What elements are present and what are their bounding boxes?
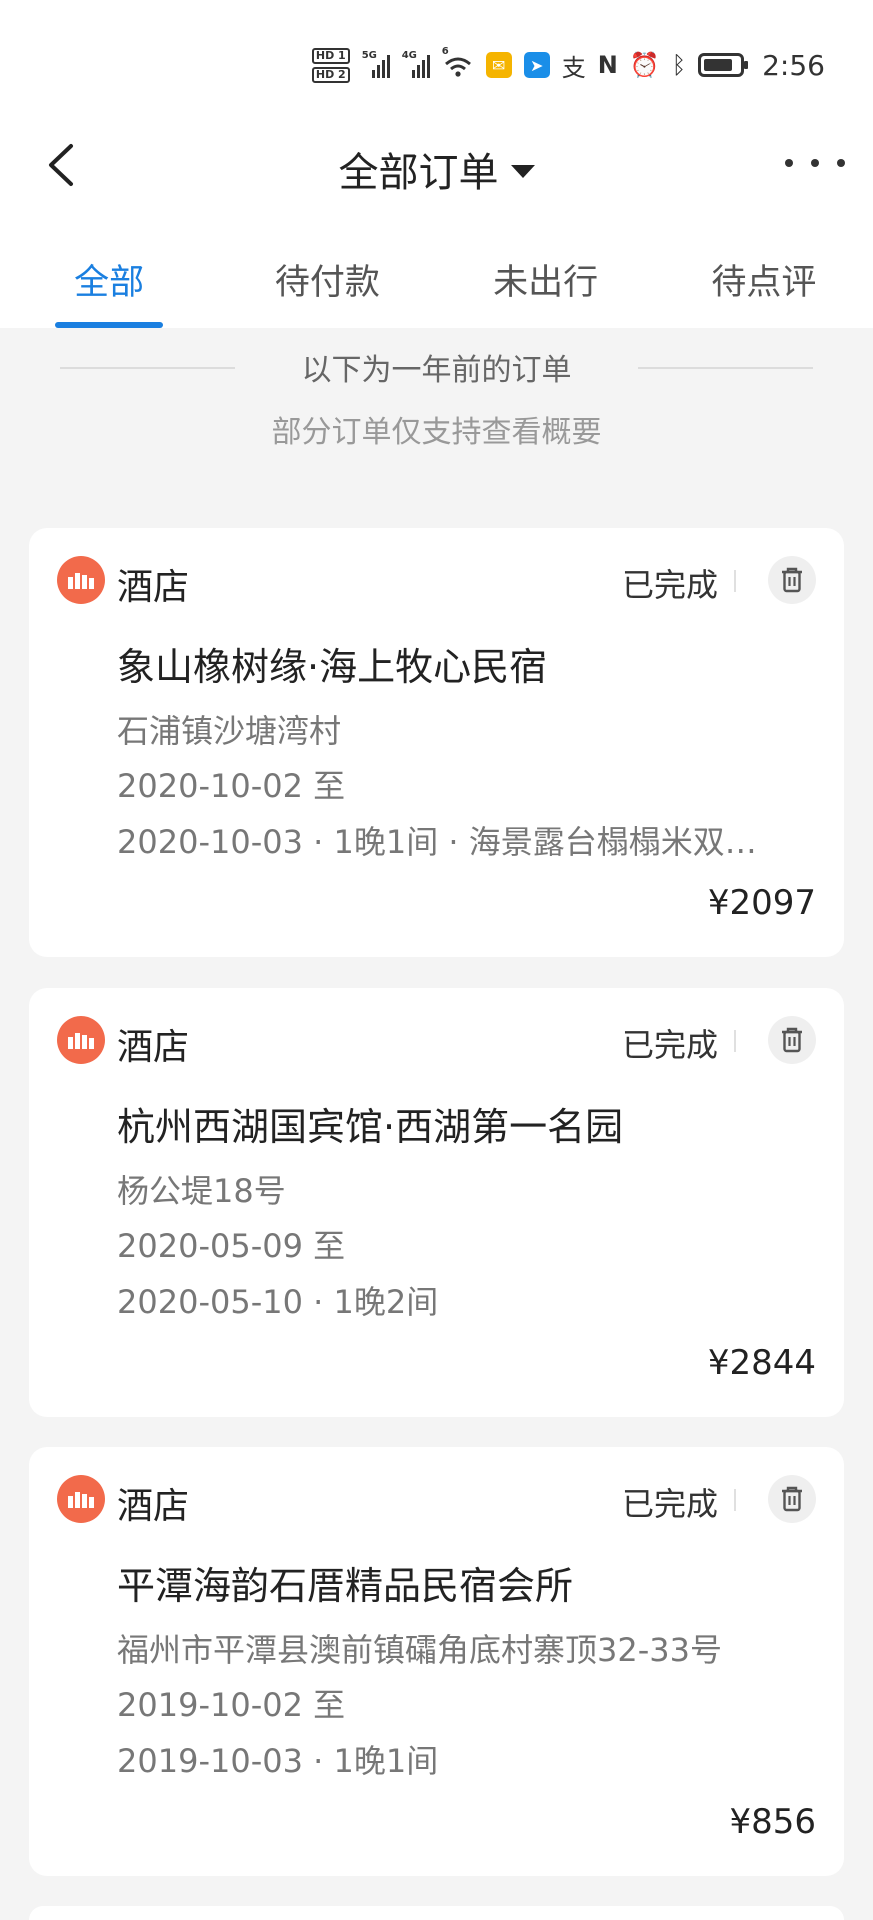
order-price: ¥856 [729, 1802, 816, 1842]
hotel-address: 杨公堤18号 [117, 1172, 286, 1210]
tab-upcoming[interactable]: 未出行 [437, 240, 655, 328]
delete-order-button[interactable] [768, 1016, 816, 1064]
order-status: 已完成 [621, 566, 718, 604]
order-filter-dropdown[interactable]: 全部订单 [0, 140, 873, 198]
bluetooth-icon: ᛒ [671, 51, 687, 79]
app-notification-icon: ➤ [523, 52, 550, 78]
hotel-address: 福州市平潭县澳前镇礵角底村寨顶32-33号 [117, 1631, 722, 1669]
order-tabs: 全部 待付款 未出行 待点评 [0, 240, 873, 328]
battery-icon [698, 53, 749, 77]
order-category: 酒店 [117, 567, 190, 608]
check-out-details: 2020-05-10 · 1晚2间 [117, 1283, 439, 1321]
order-category: 酒店 [117, 1027, 190, 1068]
check-in-date: 2020-10-02 至 [117, 767, 346, 805]
order-card[interactable]: 酒店 已完成 象山橡树缘·海上牧心民宿 石浦镇沙塘湾村 2020-10-02 至… [29, 528, 844, 957]
status-bar: HD 1 HD 2 5G 4G 6 ✉ ➤ 支 N ⏰ ᛒ 2:56 [0, 40, 873, 90]
trash-icon [782, 567, 802, 593]
trash-icon [782, 1486, 802, 1512]
delete-order-button[interactable] [768, 556, 816, 604]
tab-all[interactable]: 全部 [0, 240, 218, 328]
notice-title: 以下为一年前的订单 [301, 353, 572, 388]
hd1-badge: HD 1 [311, 47, 350, 64]
tab-pending-payment[interactable]: 待付款 [218, 240, 436, 328]
delete-order-button[interactable] [768, 1475, 816, 1523]
hotel-category-icon [57, 1016, 105, 1064]
page-title: 全部订单 [338, 150, 499, 196]
divider [734, 1030, 736, 1052]
check-out-details: 2020-10-03 · 1晚1间 · 海景露台榻榻米双… [117, 823, 757, 861]
hotel-name: 平潭海韵石厝精品民宿会所 [117, 1564, 574, 1608]
hd2-badge: HD 2 [311, 66, 350, 83]
check-in-date: 2020-05-09 至 [117, 1227, 346, 1265]
tab-pending-review[interactable]: 待点评 [655, 240, 873, 328]
more-dot-icon [837, 159, 845, 167]
check-in-date: 2019-10-02 至 [117, 1686, 346, 1724]
signal-4g-icon: 4G [402, 50, 430, 78]
order-category: 酒店 [117, 1486, 190, 1527]
caret-down-icon [510, 164, 535, 178]
more-dot-icon [811, 159, 819, 167]
alipay-icon: 支 [561, 53, 586, 82]
hotel-name: 象山橡树缘·海上牧心民宿 [117, 645, 548, 689]
sim-badges: HD 1 HD 2 [311, 47, 350, 83]
order-price: ¥2844 [707, 1343, 816, 1383]
old-orders-notice: 以下为一年前的订单 部分订单仅支持查看概要 [0, 345, 873, 451]
divider [60, 367, 235, 369]
hotel-address: 石浦镇沙塘湾村 [117, 712, 342, 750]
more-options-button[interactable] [785, 148, 845, 178]
divider [638, 367, 813, 369]
order-card[interactable] [29, 1906, 844, 1920]
wifi-icon: 6 [442, 46, 474, 78]
hotel-category-icon [57, 556, 105, 604]
order-card[interactable]: 酒店 已完成 平潭海韵石厝精品民宿会所 福州市平潭县澳前镇礵角底村寨顶32-33… [29, 1447, 844, 1876]
header-area: HD 1 HD 2 5G 4G 6 ✉ ➤ 支 N ⏰ ᛒ 2:56 全部订单 … [0, 0, 873, 328]
nfc-icon: N [597, 51, 618, 79]
alarm-icon: ⏰ [629, 51, 660, 79]
more-dot-icon [785, 159, 793, 167]
divider [734, 570, 736, 592]
signal-5g-icon: 5G [362, 50, 390, 78]
notice-subtitle: 部分订单仅支持查看概要 [271, 415, 602, 450]
order-status: 已完成 [621, 1485, 718, 1523]
mail-notification-icon: ✉ [485, 52, 512, 78]
hotel-name: 杭州西湖国宾馆·西湖第一名园 [117, 1105, 624, 1149]
trash-icon [782, 1027, 802, 1053]
check-out-details: 2019-10-03 · 1晚1间 [117, 1742, 439, 1780]
order-price: ¥2097 [707, 883, 816, 923]
divider [734, 1489, 736, 1511]
order-status: 已完成 [621, 1026, 718, 1064]
nav-bar: 全部订单 [0, 120, 873, 210]
hotel-category-icon [57, 1475, 105, 1523]
clock: 2:56 [762, 48, 825, 82]
order-card[interactable]: 酒店 已完成 杭州西湖国宾馆·西湖第一名园 杨公堤18号 2020-05-09 … [29, 988, 844, 1417]
